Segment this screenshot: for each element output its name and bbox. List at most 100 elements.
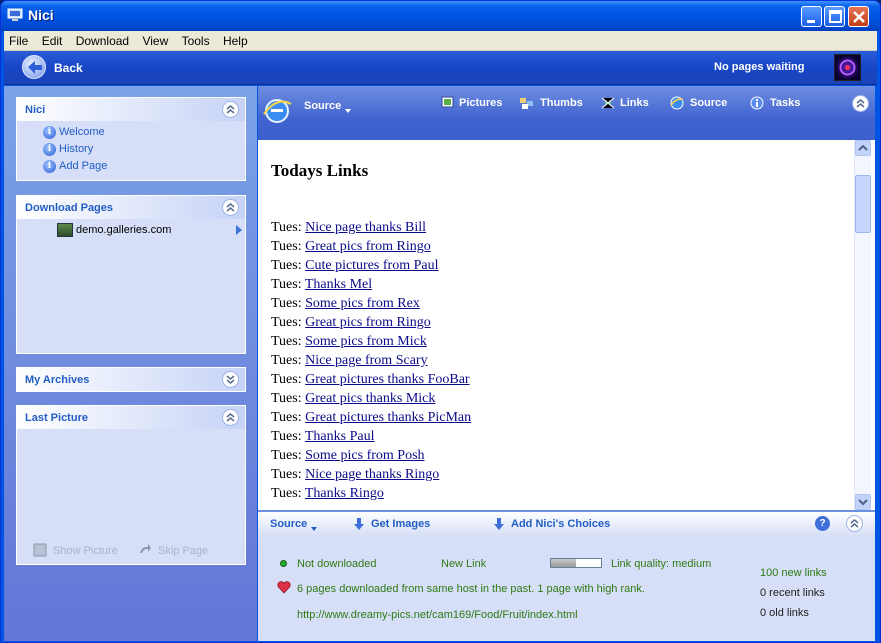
source-dropdown[interactable]: Source <box>304 100 352 113</box>
link-type: New Link <box>441 558 487 570</box>
link[interactable]: Cute pictures from Paul <box>305 258 438 273</box>
info-icon: i <box>43 143 56 156</box>
link-quality-fill <box>551 559 576 567</box>
menu-tools[interactable]: Tools <box>177 31 215 48</box>
link[interactable]: Great pictures thanks PicMan <box>305 410 471 425</box>
link[interactable]: Great pics from Ringo <box>305 239 431 254</box>
tab-pictures[interactable]: Pictures <box>459 97 502 109</box>
tab-thumbs[interactable]: Thumbs <box>540 97 583 109</box>
link-day-prefix: Tues: <box>271 486 302 501</box>
link[interactable]: Some pics from Posh <box>305 448 424 463</box>
page-title: Todays Links <box>271 161 369 180</box>
list-item: Tues: Great pictures thanks PicMan <box>271 410 471 429</box>
source-dropdown-label: Source <box>304 100 342 112</box>
link[interactable]: Thanks Mel <box>305 277 372 292</box>
thumbs-icon <box>520 98 533 109</box>
vertical-scrollbar[interactable] <box>854 140 871 510</box>
link-quality-label: Link quality: medium <box>611 558 712 570</box>
nici-box-header[interactable]: Nici <box>17 98 245 121</box>
scroll-thumb[interactable] <box>855 175 871 233</box>
scroll-up-button[interactable] <box>855 140 871 156</box>
browser-logo-icon <box>263 99 292 123</box>
link[interactable]: Nice page thanks Bill <box>305 220 426 235</box>
old-links-count: 0 old links <box>760 607 809 619</box>
minimize-button[interactable] <box>801 6 822 27</box>
source-dropdown-bottom-label: Source <box>270 518 308 530</box>
menu-file[interactable]: File <box>4 31 33 48</box>
add-choices-button[interactable]: Add Nici's Choices <box>511 518 610 530</box>
show-picture-button[interactable]: Show Picture <box>53 545 118 557</box>
link-day-prefix: Tues: <box>271 315 302 330</box>
host-history-note: 6 pages downloaded from same host in the… <box>297 583 645 595</box>
my-archives-box: My Archives <box>16 367 246 392</box>
heart-icon <box>277 581 291 594</box>
link[interactable]: Great pictures thanks FooBar <box>305 372 469 387</box>
play-arrow-icon[interactable] <box>236 225 242 235</box>
links-icon <box>601 97 615 109</box>
link[interactable]: Thanks Ringo <box>305 486 384 501</box>
last-picture-header[interactable]: Last Picture <box>17 406 245 429</box>
list-item: Tues: Some pics from Rex <box>271 296 471 315</box>
title-bar[interactable]: Nici <box>1 1 880 31</box>
tab-links[interactable]: Links <box>620 97 649 109</box>
download-host-item[interactable]: demo.galleries.com <box>17 222 245 239</box>
collapse-icon[interactable] <box>852 95 869 112</box>
app-window: Nici File Edit Download View Tools Help … <box>0 0 881 643</box>
link-day-prefix: Tues: <box>271 467 302 482</box>
collapse-icon[interactable] <box>222 199 239 216</box>
link[interactable]: Great pics thanks Mick <box>305 391 435 406</box>
info-icon: i <box>43 160 56 173</box>
close-button[interactable] <box>848 6 869 27</box>
link[interactable]: Nice page from Scary <box>305 353 427 368</box>
link-day-prefix: Tues: <box>271 239 302 254</box>
list-item: Tues: Nice page from Scary <box>271 353 471 372</box>
download-host-label: demo.galleries.com <box>76 224 172 236</box>
source-dropdown-bottom[interactable]: Source <box>270 518 318 531</box>
my-archives-title: My Archives <box>25 374 90 386</box>
sidebar-item-label: Add Page <box>59 160 108 172</box>
link-url[interactable]: http://www.dreamy-pics.net/cam169/Food/F… <box>297 609 578 621</box>
get-images-button[interactable]: Get Images <box>371 518 430 530</box>
back-button[interactable]: Back <box>12 53 102 83</box>
download-pages-header[interactable]: Download Pages <box>17 196 245 219</box>
download-arrow-icon <box>354 518 364 530</box>
link[interactable]: Great pics from Ringo <box>305 315 431 330</box>
scroll-down-button[interactable] <box>855 494 871 510</box>
sidebar-item-history[interactable]: i History <box>17 141 245 158</box>
link-day-prefix: Tues: <box>271 372 302 387</box>
window-title: Nici <box>28 7 54 23</box>
chevron-down-icon <box>858 499 868 506</box>
tab-tasks[interactable]: Tasks <box>770 97 800 109</box>
sidebar-item-add-page[interactable]: i Add Page <box>17 158 245 175</box>
collapse-icon[interactable] <box>222 101 239 118</box>
link-day-prefix: Tues: <box>271 429 302 444</box>
my-archives-header[interactable]: My Archives <box>17 368 245 391</box>
link[interactable]: Thanks Paul <box>305 429 375 444</box>
nici-box: Nici i Welcome i History i Add Page <box>16 97 246 181</box>
pictures-icon <box>441 96 454 108</box>
download-pages-title: Download Pages <box>25 202 114 214</box>
maximize-button[interactable] <box>824 6 845 27</box>
collapse-icon[interactable] <box>222 409 239 426</box>
skip-icon <box>140 544 151 553</box>
list-item: Tues: Nice page thanks Ringo <box>271 467 471 486</box>
link[interactable]: Nice page thanks Ringo <box>305 467 439 482</box>
menu-edit[interactable]: Edit <box>37 31 68 48</box>
sidebar-item-welcome[interactable]: i Welcome <box>17 124 245 141</box>
sidebar-item-label: Welcome <box>59 126 105 138</box>
link-quality-bar <box>550 558 602 568</box>
link[interactable]: Some pics from Rex <box>305 296 420 311</box>
menu-help[interactable]: Help <box>218 31 253 48</box>
tab-source[interactable]: Source <box>690 97 727 109</box>
link[interactable]: Some pics from Mick <box>305 334 427 349</box>
help-icon[interactable]: ? <box>815 516 830 531</box>
menu-download[interactable]: Download <box>71 31 134 48</box>
skip-page-button[interactable]: Skip Page <box>158 545 208 557</box>
expand-icon[interactable] <box>222 371 239 388</box>
page-content: Todays Links Tues: Nice page thanks Bill… <box>258 140 858 510</box>
download-arrow-icon <box>494 518 504 530</box>
last-picture-box: Last Picture Show Picture Skip Page <box>16 405 246 565</box>
view-toolbar: Source Pictures Thumbs Links Source Task… <box>258 86 875 140</box>
menu-view[interactable]: View <box>137 31 173 48</box>
collapse-icon[interactable] <box>846 515 863 532</box>
